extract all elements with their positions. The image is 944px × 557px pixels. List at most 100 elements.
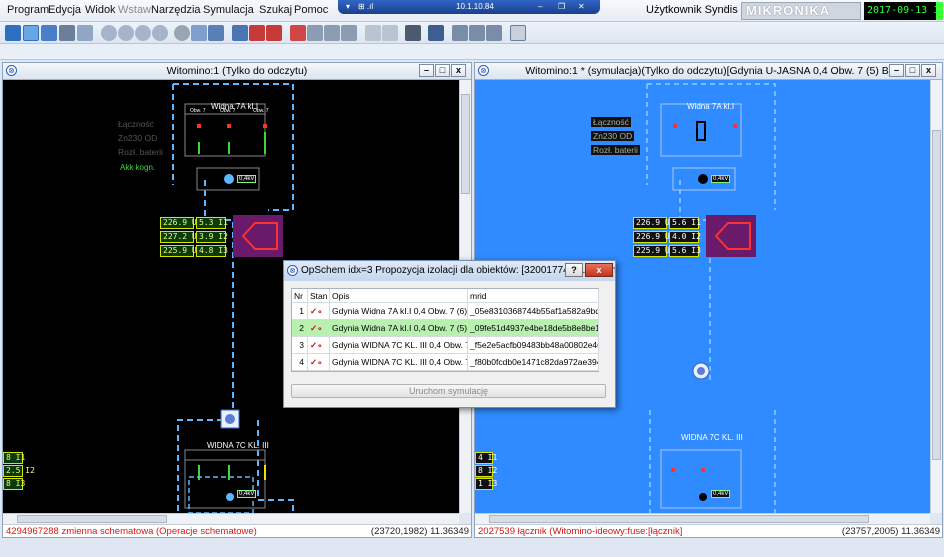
legend-connectivity: Łączność [118,119,154,129]
tree-icon[interactable] [510,25,526,41]
close-button[interactable]: x [921,64,936,77]
dialog-help-button[interactable]: ? [565,263,583,277]
close-button[interactable]: x [451,64,466,77]
export-icon[interactable] [486,25,502,41]
menu-narzedzia[interactable]: Narzędzia [151,4,201,16]
menu-wstaw[interactable]: Wstaw [118,4,151,16]
legend-battery: Rozł. baterii [591,145,640,155]
frame-icon[interactable] [77,25,93,41]
left-status-bar: 4294967288 zmienna schematowa (Operacje … [3,524,471,537]
report2-icon[interactable] [324,25,340,41]
window-pin-icon[interactable]: ⊗ [478,65,489,76]
left-pane-title: Witomino:1 (Tylko do odczytu) [166,65,308,77]
print-preview-icon[interactable] [452,25,468,41]
table-row[interactable]: 1 ✓∘ Gdynia Widna 7A kI.I 0,4 Obw. 7 (6)… [292,303,599,320]
menu-symulacja[interactable]: Symulacja [203,4,254,16]
pan-icon[interactable] [23,25,39,41]
meas-i2: 4.0 I2 [669,231,701,243]
feed-arrow [706,215,756,257]
run-simulation-button[interactable]: Uruchom symulację [291,384,606,398]
remote-session-bar: ▾ ⊞ .ıl 10.1.10.84 – ❐ ✕ [338,0,600,14]
menu-edycja[interactable]: Edycja [48,4,81,16]
window-pin-icon[interactable]: ⊗ [6,65,17,76]
row-nr: 4 [292,354,308,371]
row-nr: 1 [292,303,308,320]
meas-u3: 225.9 U3 [160,245,202,257]
status-check-icon[interactable]: ✓∘ [308,320,330,337]
row-mrid: _09fe51d4937e4be18de5b8e8be12943d [468,320,599,337]
col-mrid[interactable]: mrid [468,289,599,303]
right-horizontal-scrollbar[interactable] [475,513,930,524]
meas-i2: 3.9 I2 [196,231,228,243]
voltage-tag-bottom: 0,4kV [237,490,257,498]
col-opis[interactable]: Opis [330,289,468,303]
report-icon[interactable] [307,25,323,41]
connection-icon: ⊞ .ıl [358,2,374,11]
voltage-tag: 0,4kV [237,175,257,183]
company-emblem-icon: ✧ [722,3,730,13]
refresh-icon[interactable] [174,25,190,41]
dialog-close-button[interactable]: x [585,263,613,277]
alarm-icon[interactable] [249,25,265,41]
minimize-icon[interactable]: – [538,2,542,11]
table-row[interactable]: 4 ✓∘ Gdynia WIDNA 7C KL. III 0,4 Obw. 7 … [292,354,599,371]
status-check-icon[interactable]: ✓∘ [308,354,330,371]
zoom-area-icon[interactable] [152,25,168,41]
table-row-selected[interactable]: 2 ✓∘ Gdynia Widna 7A kI.I 0,4 Obw. 7 (5)… [292,320,599,337]
side-meas-2: 8 I2 [475,465,497,477]
right-vertical-scrollbar[interactable] [930,80,942,513]
right-status-message: 2027539 łącznik (Witomino-ideowy:fuse:[ł… [478,526,683,537]
document-icon[interactable] [365,25,381,41]
meas-u2: 226.9 U2 [633,231,675,243]
open-icon[interactable] [5,25,21,41]
menu-program[interactable]: Program [7,4,49,16]
meas-u1: 226.9 U1 [160,217,202,229]
logo: MIKRONIKA [741,2,861,20]
row-opis: Gdynia Widna 7A kI.I 0,4 Obw. 7 (6) B [330,303,468,320]
binoculars-icon[interactable] [405,25,421,41]
grid-icon[interactable] [232,25,248,41]
right-status-bar: 2027539 łącznik (Witomino-ideowy:fuse:[ł… [475,524,942,537]
col-stan[interactable]: Stan [308,289,330,303]
meas-i1: 5.3 I1 [196,217,228,229]
document-search-icon[interactable] [382,25,398,41]
maximize-button[interactable]: □ [435,64,450,77]
field-label-1: Obw. 7 [190,108,206,114]
pin-icon[interactable]: ▾ [346,2,350,11]
left-horizontal-scrollbar[interactable] [3,513,459,524]
feed-arrow [233,215,283,257]
window-icon[interactable] [41,25,57,41]
print-icon[interactable] [469,25,485,41]
event-icon[interactable] [290,25,306,41]
station-bottom-label: WIDNA 7C KL. III [207,441,269,450]
menu-szukaj[interactable]: Szukaj [259,4,292,16]
zoom-fit-icon[interactable] [135,25,151,41]
table-row[interactable]: 3 ✓∘ Gdynia WIDNA 7C KL. III 0,4 Obw. 7 … [292,337,599,354]
voltage-tag-bottom: 0,4kV [711,490,731,498]
status-check-icon[interactable]: ✓∘ [308,303,330,320]
side-meas-1: 8 I1 [3,452,25,464]
alarm-list-icon[interactable] [266,25,282,41]
left-status-message: 4294967288 zmienna schematowa (Operacje … [6,526,257,537]
dialog-pin-icon: ⊗ [287,265,298,276]
restore-icon[interactable]: ❐ [558,2,565,11]
status-check-icon[interactable]: ✓∘ [308,337,330,354]
left-pane-titlebar: ⊗ Witomino:1 (Tylko do odczytu) – □ x [3,63,471,80]
menu-widok[interactable]: Widok [85,4,116,16]
left-status-coords: (23720,1982) 11.36349 [370,526,469,537]
zoom-out-icon[interactable] [118,25,134,41]
close-icon[interactable]: ✕ [578,2,585,11]
minimize-button[interactable]: – [419,64,434,77]
pen-icon[interactable] [428,25,444,41]
back-icon[interactable] [208,25,224,41]
undo-icon[interactable] [191,25,207,41]
legend-connectivity: Łączność [591,117,631,127]
meas-i3: 5.6 I3 [669,245,701,257]
zoom-in-icon[interactable] [101,25,117,41]
col-nr[interactable]: Nr [292,289,308,303]
layers-icon[interactable] [59,25,75,41]
menu-pomoc[interactable]: Pomoc [294,4,328,16]
maximize-button[interactable]: □ [905,64,920,77]
minimize-button[interactable]: – [889,64,904,77]
report3-icon[interactable] [341,25,357,41]
